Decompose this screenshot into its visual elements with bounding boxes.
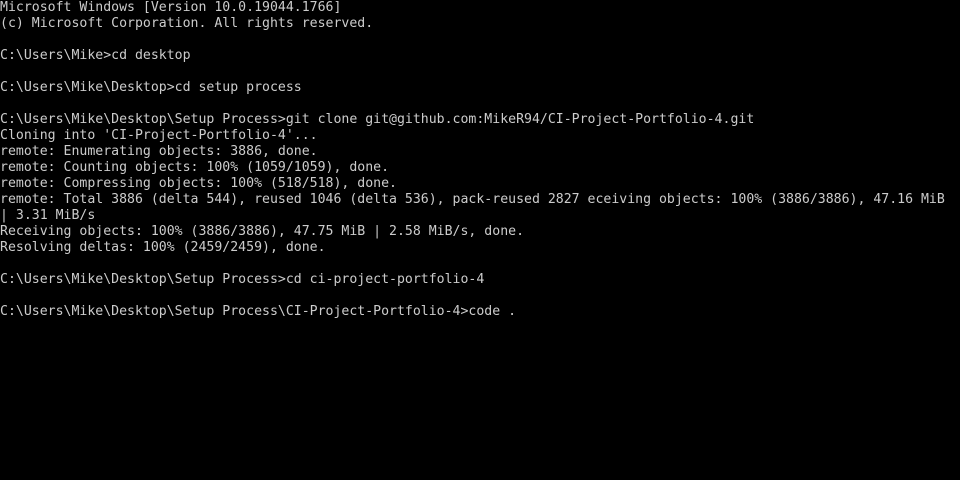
- terminal-line-cloning: Cloning into 'CI-Project-Portfolio-4'...: [0, 128, 318, 143]
- terminal-line-command-cd-repo: C:\Users\Mike\Desktop\Setup Process>cd c…: [0, 272, 485, 287]
- terminal-line-total-wrap: | 3.31 MiB/s: [0, 208, 96, 223]
- terminal-line-enumerating: remote: Enumerating objects: 3886, done.: [0, 144, 318, 159]
- terminal-line-counting: remote: Counting objects: 100% (1059/105…: [0, 160, 390, 175]
- terminal-output: Microsoft Windows [Version 10.0.19044.17…: [0, 0, 960, 480]
- terminal-line-total: remote: Total 3886 (delta 544), reused 1…: [0, 192, 945, 207]
- terminal-line-copyright: (c) Microsoft Corporation. All rights re…: [0, 16, 374, 31]
- terminal-line-command-code[interactable]: C:\Users\Mike\Desktop\Setup Process\CI-P…: [0, 304, 960, 320]
- terminal-line-command-git-clone: C:\Users\Mike\Desktop\Setup Process>git …: [0, 112, 755, 127]
- terminal-line-compressing: remote: Compressing objects: 100% (518/5…: [0, 176, 397, 191]
- terminal-line-receiving: Receiving objects: 100% (3886/3886), 47.…: [0, 224, 525, 239]
- terminal-line-command-cd-setup: C:\Users\Mike\Desktop>cd setup process: [0, 80, 302, 95]
- terminal-window[interactable]: Microsoft Windows [Version 10.0.19044.17…: [0, 0, 960, 480]
- terminal-line-resolving: Resolving deltas: 100% (2459/2459), done…: [0, 240, 326, 255]
- terminal-line-command-cd-desktop: C:\Users\Mike>cd desktop: [0, 48, 191, 63]
- terminal-line-version: Microsoft Windows [Version 10.0.19044.17…: [0, 0, 342, 15]
